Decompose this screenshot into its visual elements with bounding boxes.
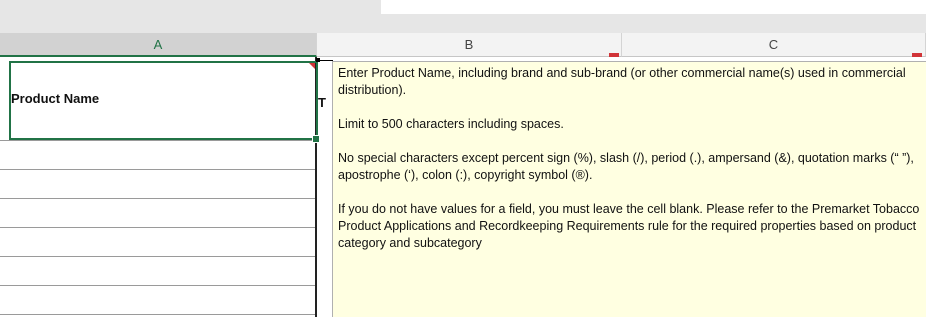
column-header-c[interactable]: C bbox=[622, 33, 926, 57]
comment-paragraph: Limit to 500 characters including spaces… bbox=[338, 117, 564, 131]
row-divider bbox=[0, 285, 316, 286]
comment-paragraph: If you do not have values for a field, y… bbox=[338, 202, 920, 250]
formula-bar-area bbox=[381, 0, 926, 14]
fill-handle[interactable] bbox=[312, 135, 320, 143]
row-divider bbox=[0, 314, 316, 315]
comment-connector bbox=[318, 60, 333, 61]
column-header-a[interactable]: A bbox=[0, 33, 317, 57]
cell-a1-value: Product Name bbox=[11, 91, 100, 106]
comment-indicator-a1 bbox=[309, 63, 315, 69]
cell-comment-note[interactable]: Enter Product Name, including brand and … bbox=[332, 61, 926, 317]
worksheet-grid[interactable]: Product Name T Enter Product Name, inclu… bbox=[0, 57, 926, 317]
column-header-b[interactable]: B bbox=[317, 33, 622, 57]
row-divider bbox=[0, 227, 316, 228]
row-divider bbox=[0, 256, 316, 257]
row-divider bbox=[0, 169, 316, 170]
comment-paragraph: No special characters except percent sig… bbox=[338, 151, 914, 182]
comment-paragraph: Enter Product Name, including brand and … bbox=[338, 66, 906, 97]
row-divider bbox=[0, 198, 316, 199]
row-divider bbox=[0, 140, 316, 141]
cell-b1-value: T bbox=[318, 95, 326, 110]
